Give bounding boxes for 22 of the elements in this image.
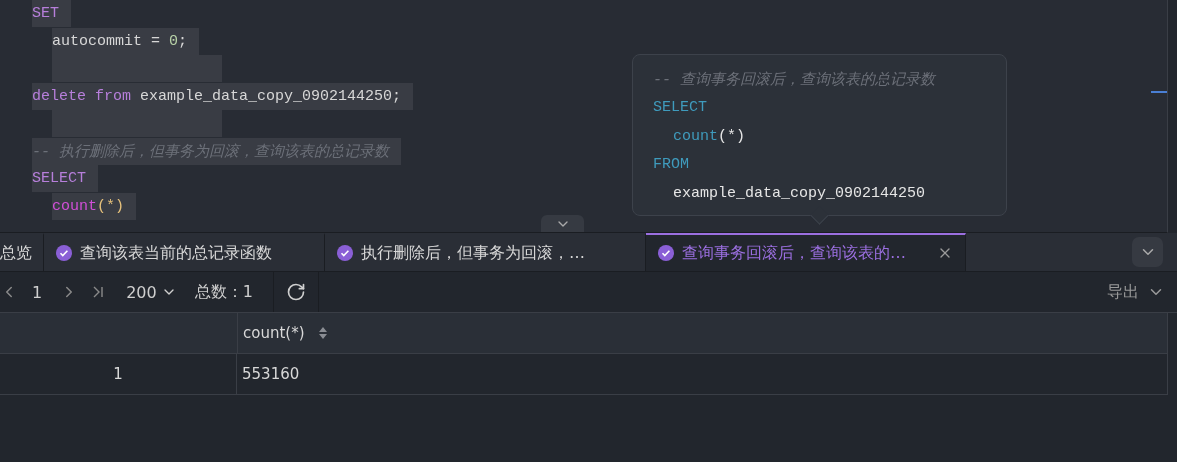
code-line: example_data_copy_0902144250 <box>672 183 927 204</box>
code-line: SELECT <box>653 98 708 119</box>
check-circle-icon <box>337 245 353 261</box>
column-header[interactable]: count(*) <box>243 324 305 342</box>
page-size-select[interactable]: 200 <box>126 282 177 302</box>
check-circle-icon <box>56 245 72 261</box>
result-tab[interactable]: 总览 <box>0 233 44 271</box>
sort-icon[interactable] <box>318 327 327 339</box>
total-count: 总数：1 <box>194 281 253 303</box>
table-cell: 553160 <box>237 354 1168 394</box>
code-line: FROM <box>653 155 690 176</box>
refresh-icon[interactable] <box>272 272 319 312</box>
code-line: -- 查询事务回滚后，查询该表的总记录数 <box>653 70 937 91</box>
row-number: 1 <box>0 354 237 394</box>
code-line: count(*) <box>672 126 747 147</box>
page-number: 1 <box>32 282 43 302</box>
scroll-marker <box>1151 91 1167 93</box>
tabs-dropdown-button[interactable] <box>1132 237 1163 267</box>
export-button[interactable]: 导出 <box>1101 280 1171 304</box>
collapse-button[interactable] <box>541 215 584 232</box>
result-tab[interactable]: 查询事务回滚后，查询该表的… <box>646 233 966 271</box>
check-circle-icon <box>658 245 674 261</box>
